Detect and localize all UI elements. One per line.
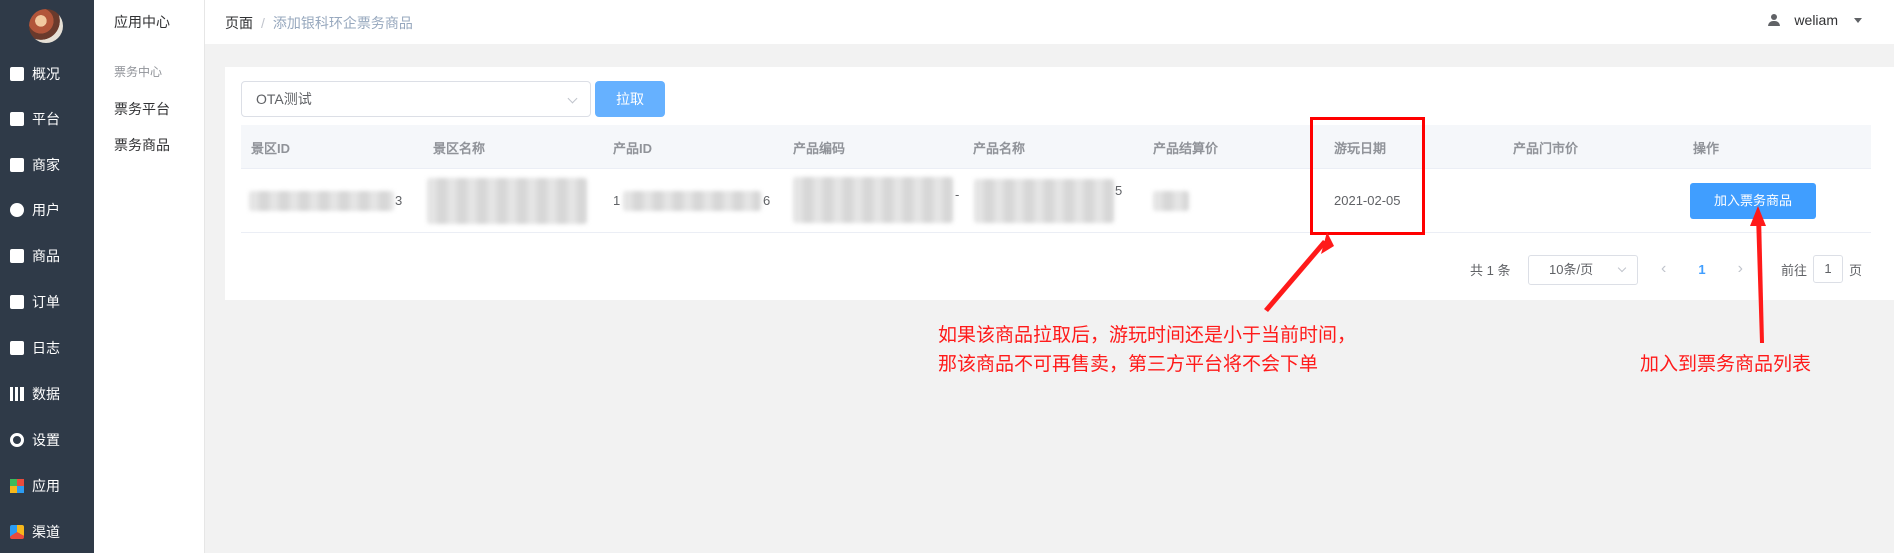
- arrow-head-add-button: [1750, 206, 1766, 226]
- annotation-arrows: [1264, 206, 1766, 343]
- annotation-note-date-line2: 那该商品不可再售卖，第三方平台将不会下单: [938, 354, 1319, 375]
- annotation-note-add: 加入到票务商品列表: [1640, 354, 1812, 375]
- arrow-to-play-date: [1264, 240, 1327, 312]
- annotation-note-date-line1: 如果该商品拉取后，游玩时间还是小于当前时间，: [938, 325, 1357, 346]
- arrow-to-add-button: [1756, 215, 1764, 343]
- annotation-note-date: 如果该商品拉取后，游玩时间还是小于当前时间， 那该商品不可再售卖，第三方平台将不…: [938, 321, 1356, 379]
